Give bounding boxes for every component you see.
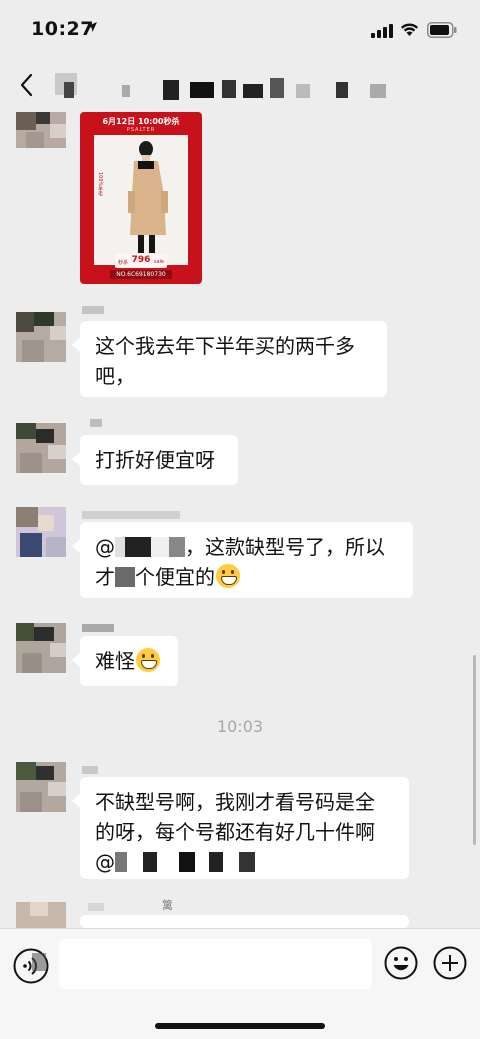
- home-indicator: [155, 1023, 325, 1029]
- message-line: 难怪: [95, 646, 163, 676]
- message-bubble[interactable]: 打折好便宜呀: [72, 435, 238, 485]
- emoji-icon[interactable]: [384, 946, 418, 980]
- redacted-char: [115, 567, 135, 587]
- avatar[interactable]: [16, 507, 66, 557]
- chat-timestamp: 10:03: [216, 717, 264, 736]
- poster-brand: PSALTER: [126, 127, 156, 133]
- message-text: 的呀，每个号都还有好几十件啊: [95, 820, 375, 844]
- cellular-signal-icon: [371, 24, 393, 38]
- plus-icon[interactable]: [433, 946, 467, 980]
- message-input[interactable]: [59, 939, 372, 989]
- mention-at: @: [95, 535, 115, 559]
- redacted-mention: [115, 537, 185, 557]
- avatar[interactable]: [16, 112, 66, 148]
- message-line: @: [95, 847, 394, 877]
- back-arrow-icon[interactable]: [18, 72, 36, 98]
- sender-name-redacted: [88, 903, 104, 911]
- status-time: 10:27: [31, 18, 94, 40]
- redacted-mention: [115, 852, 255, 872]
- avatar[interactable]: [16, 902, 66, 928]
- product-poster-image[interactable]: 6月12日 10:00秒杀 PSALTER 100%羊毛 秒杀 796 sale…: [80, 112, 202, 284]
- location-arrow-icon: [87, 22, 97, 32]
- avatar[interactable]: [16, 423, 66, 473]
- voice-icon-blur: [32, 953, 46, 971]
- message-text: 才: [95, 565, 115, 589]
- message-bubble[interactable]: [72, 915, 409, 946]
- message-text: 这个我去年下半年买的两千多: [95, 334, 355, 358]
- message-bubble[interactable]: 不缺型号啊，我刚才看号码是全 的呀，每个号都还有好几十件啊 @: [72, 777, 409, 879]
- price-tag: 秒杀 796 sale: [115, 254, 167, 268]
- message-bubble[interactable]: 难怪: [72, 636, 178, 686]
- message-text: 打折好便宜呀: [95, 448, 215, 472]
- nav-bar: [0, 60, 480, 112]
- message-text: 个便宜的: [135, 565, 215, 589]
- message-text: ，这款缺型号了，所以: [185, 535, 385, 559]
- status-bar: 10:27: [0, 0, 480, 60]
- message-line: @ ，这款缺型号了，所以: [95, 532, 398, 562]
- wifi-icon: [401, 23, 418, 36]
- poster-header: 6月12日 10:00秒杀: [102, 117, 180, 126]
- sender-name-redacted: [82, 511, 180, 519]
- price-right-label: sale: [153, 259, 164, 265]
- model-figure-icon: [128, 141, 168, 253]
- message-text: 难怪: [95, 649, 135, 673]
- input-bar: [0, 928, 480, 1039]
- sender-name-redacted: [90, 419, 102, 427]
- sender-name-redacted: [82, 624, 114, 632]
- sender-name-redacted: [82, 306, 104, 314]
- coat-photo: [94, 135, 188, 265]
- poster-side-text: 100%羊毛: [97, 172, 103, 197]
- scrollbar[interactable]: [473, 655, 476, 845]
- message-text: 吧，: [95, 364, 135, 388]
- product-code: NO.6C69180730: [110, 270, 172, 279]
- message-bubble[interactable]: @ ，这款缺型号了，所以 才个便宜的: [72, 522, 413, 598]
- message-line: 才个便宜的: [95, 562, 398, 592]
- battery-icon: [427, 22, 457, 38]
- grinning-emoji: [136, 648, 160, 672]
- avatar[interactable]: [16, 312, 66, 362]
- grinning-emoji: [216, 564, 240, 588]
- partial-sender-name: 篱: [162, 899, 173, 912]
- message-bubble[interactable]: 这个我去年下半年买的两千多 吧，: [72, 321, 387, 397]
- mention-at: @: [95, 850, 115, 874]
- avatar[interactable]: [16, 623, 66, 673]
- avatar[interactable]: [16, 762, 66, 812]
- sender-name-redacted: [82, 766, 98, 774]
- message-text: 不缺型号啊，我刚才看号码是全: [95, 790, 375, 814]
